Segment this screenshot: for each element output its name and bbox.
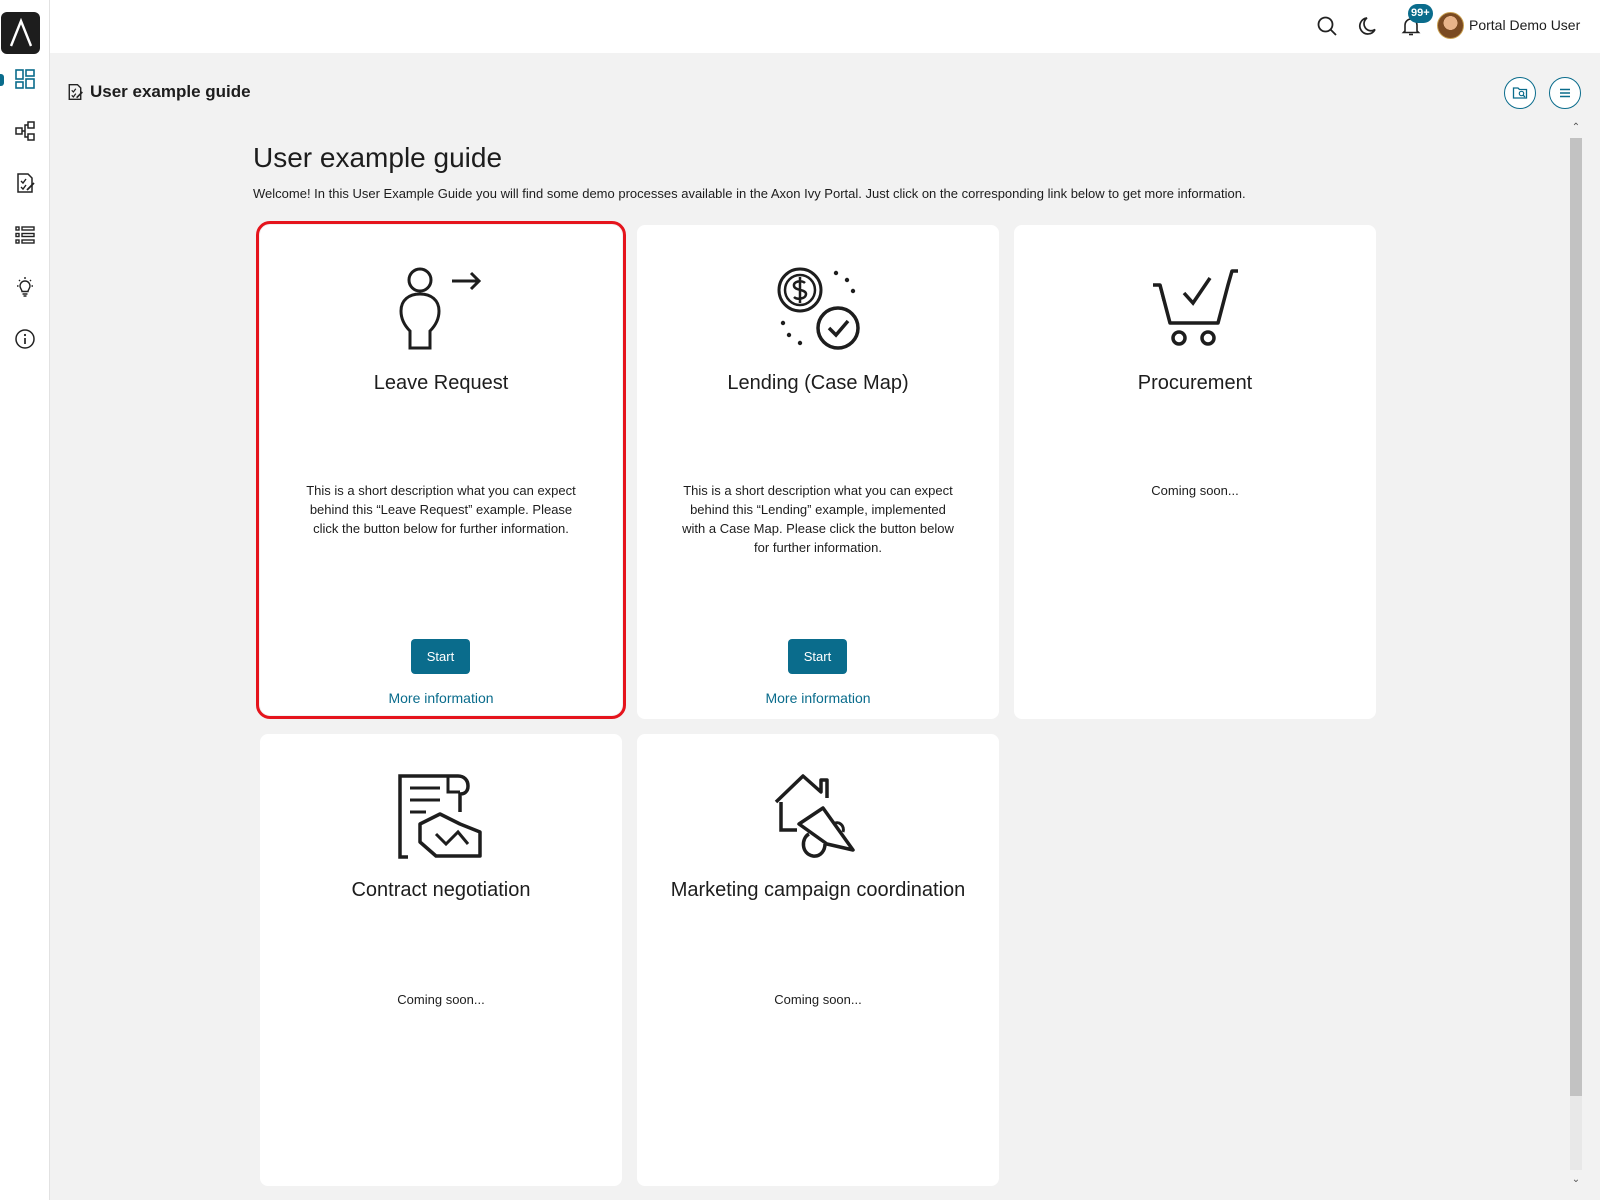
axon-ivy-logo[interactable] (1, 12, 40, 54)
card-marketing-campaign: Marketing campaign coordination Coming s… (637, 734, 999, 1186)
menu-button[interactable] (1549, 77, 1581, 109)
more-information-link[interactable]: More information (260, 690, 622, 706)
scrollbar[interactable]: ⌃ ⌄ (1566, 120, 1584, 1190)
task-doc-icon (68, 83, 83, 101)
user-name[interactable]: Portal Demo User (1469, 17, 1580, 33)
card-title: Marketing campaign coordination (670, 879, 966, 901)
card-description: Coming soon... (397, 992, 485, 1007)
search-icon (1317, 16, 1337, 36)
sidebar-item-dashboard[interactable] (10, 64, 40, 94)
sidebar-item-tasks[interactable] (10, 168, 40, 198)
logo-icon (9, 18, 32, 47)
contract-handshake-icon (260, 772, 622, 862)
card-lending: Lending (Case Map) This is a short descr… (637, 225, 999, 719)
card-contract-negotiation: Contract negotiation Coming soon... (260, 734, 622, 1186)
person-leave-icon (260, 263, 622, 353)
sidebar-item-about[interactable] (10, 324, 40, 354)
money-check-icon (637, 263, 999, 353)
card-title: Leave Request (373, 372, 509, 394)
card-description: This is a short description what you can… (306, 483, 576, 536)
start-button[interactable]: Start (788, 639, 847, 674)
more-information-link[interactable]: More information (637, 690, 999, 706)
page-title: User example guide (253, 142, 503, 173)
active-indicator (0, 74, 4, 86)
notification-badge: 99+ (1408, 4, 1433, 23)
scroll-thumb[interactable] (1570, 138, 1582, 1096)
task-icon (17, 173, 35, 193)
card-title: Contract negotiation (351, 879, 531, 901)
cart-check-icon (1014, 263, 1376, 353)
browse-button[interactable] (1504, 77, 1536, 109)
sidebar-item-ideas[interactable] (10, 272, 40, 302)
sidebar-item-cases[interactable] (10, 220, 40, 250)
avatar[interactable] (1437, 12, 1464, 39)
card-title: Procurement (1137, 372, 1253, 394)
scroll-down-icon[interactable]: ⌄ (1570, 1174, 1582, 1186)
page-description: Welcome! In this User Example Guide you … (253, 186, 1246, 201)
sidebar-item-processes[interactable] (10, 116, 40, 146)
card-description: This is a short description what you can… (682, 483, 954, 555)
process-icon (15, 121, 35, 141)
start-button[interactable]: Start (411, 639, 470, 674)
search-button[interactable] (1314, 13, 1340, 39)
moon-icon (1359, 17, 1376, 35)
card-description: Coming soon... (774, 992, 862, 1007)
dark-mode-toggle[interactable] (1356, 13, 1382, 39)
lightbulb-icon (17, 277, 33, 297)
card-title: Lending (Case Map) (727, 372, 909, 394)
hamburger-icon (1560, 88, 1570, 98)
case-list-icon (15, 226, 35, 244)
card-leave-request: Leave Request This is a short descriptio… (256, 221, 626, 719)
folder-search-icon (1512, 87, 1528, 99)
scroll-up-icon[interactable]: ⌃ (1570, 122, 1582, 134)
sidebar (0, 0, 50, 1200)
card-procurement: Procurement Coming soon... (1014, 225, 1376, 719)
house-megaphone-icon (637, 772, 999, 862)
page-header-title: User example guide (90, 82, 251, 101)
dashboard-icon (15, 69, 35, 89)
card-description: Coming soon... (1151, 483, 1239, 498)
info-icon (15, 329, 35, 349)
page-header: User example guide (66, 82, 251, 102)
